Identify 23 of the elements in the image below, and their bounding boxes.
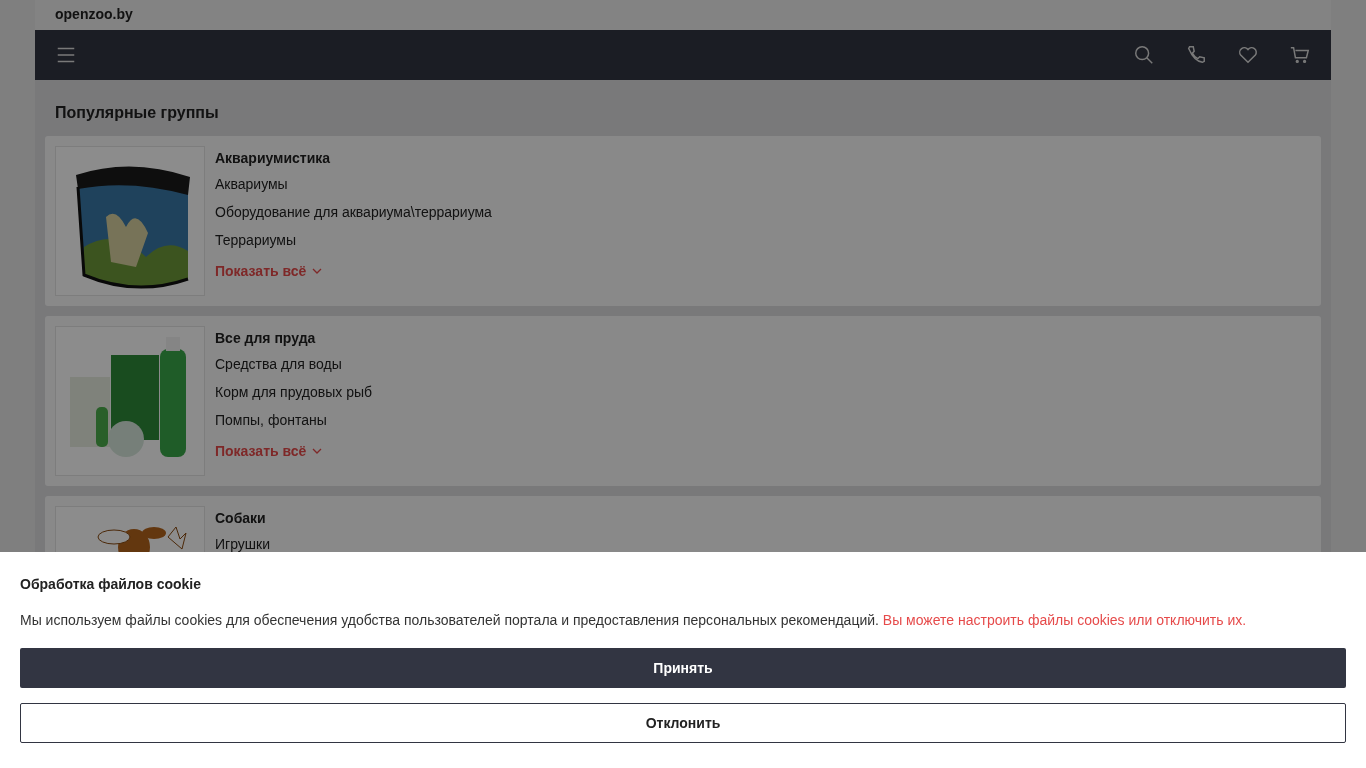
chevron-down-icon xyxy=(312,446,323,456)
section-title: Популярные группы xyxy=(54,103,220,123)
subcategory-link[interactable]: Аквариумы xyxy=(215,176,288,192)
subcategory-link[interactable]: Средства для воды xyxy=(215,356,342,372)
subcategory-link[interactable]: Оборудование для аквариума\террариума xyxy=(215,204,492,220)
category-title[interactable]: Аквариумистика xyxy=(215,150,331,166)
cookie-settings-link[interactable]: Вы можете настроить файлы cookies или отключить их. xyxy=(882,612,1247,628)
subcategory-link[interactable]: Помпы, фонтаны xyxy=(215,412,327,428)
cookie-title: Обработка файлов cookie xyxy=(20,576,202,592)
favorites-button[interactable] xyxy=(1237,44,1259,66)
category-title[interactable]: Все для пруда xyxy=(215,330,316,346)
subcategory-link[interactable]: Корм для прудовых рыб xyxy=(215,384,372,400)
category-title[interactable]: Собаки xyxy=(215,510,266,526)
search-button[interactable] xyxy=(1133,44,1155,66)
cart-button[interactable] xyxy=(1289,44,1311,66)
decline-button[interactable]: Отклонить xyxy=(20,703,1346,743)
subcategory-link[interactable]: Игрушки xyxy=(215,536,270,552)
phone-button[interactable] xyxy=(1185,44,1207,66)
cookie-text: Мы используем файлы cookies для обеспечения удобства пользователей портала и предоставления персональных рекомендаций. Вы можете настроить файлы cookies или отключить их. xyxy=(20,612,1248,628)
site-title[interactable]: openzoo.by xyxy=(35,0,1331,30)
subcategory-link[interactable]: Террариумы xyxy=(215,232,297,248)
accept-button[interactable]: Принять xyxy=(20,648,1346,688)
chevron-down-icon xyxy=(312,266,323,276)
